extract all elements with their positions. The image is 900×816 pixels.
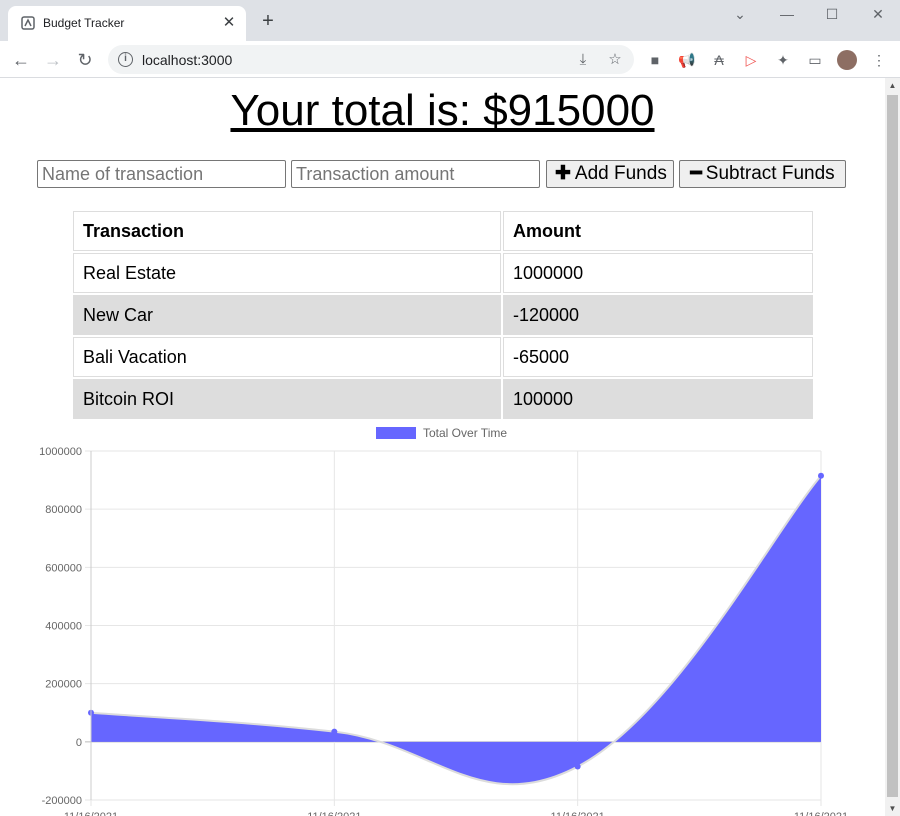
minimize-icon[interactable]: — [775, 4, 799, 24]
subtract-funds-label: Subtract Funds [705, 163, 835, 184]
table-header-row: Transaction Amount [73, 211, 813, 251]
extension-icon[interactable]: ■ [645, 50, 665, 70]
address-bar[interactable]: i localhost:3000 ⤓ ☆ [108, 45, 634, 74]
header-transaction: Transaction [73, 211, 501, 251]
menu-icon[interactable]: ⋮ [869, 50, 889, 70]
minus-icon: ━ [690, 163, 702, 184]
y-tick-label: 800000 [45, 504, 82, 516]
add-funds-label: Add Funds [574, 163, 667, 184]
puzzle-icon[interactable]: ✦ [773, 50, 793, 70]
y-tick-label: -200000 [42, 795, 82, 807]
transaction-amount: 1000000 [503, 253, 813, 293]
info-icon[interactable]: i [118, 52, 133, 67]
x-tick-label: 11/16/2021 [794, 811, 848, 816]
transaction-name: New Car [73, 295, 501, 335]
y-tick-label: 400000 [45, 621, 82, 633]
series-area [91, 475, 821, 785]
extension-icon[interactable]: ▷ [741, 50, 761, 70]
cast-icon[interactable]: ▭ [805, 50, 825, 70]
data-point [331, 728, 338, 735]
close-tab-icon[interactable]: ✕ [220, 14, 238, 32]
y-tick-label: 200000 [45, 679, 82, 691]
page-icon [21, 16, 35, 30]
transaction-name-input[interactable] [37, 160, 286, 188]
x-tick-label: 11/16/2021 [64, 811, 118, 816]
x-tick-label: 11/16/2021 [551, 811, 605, 816]
table-row: Real Estate 1000000 [73, 253, 813, 293]
plus-icon: ✚ [555, 163, 571, 184]
chevron-down-icon[interactable]: ⌄ [728, 4, 752, 24]
scrollbar[interactable]: ▲ ▼ [885, 78, 900, 816]
x-tick-label: 11/16/2021 [307, 811, 361, 816]
header-amount: Amount [503, 211, 813, 251]
total-heading: Your total is: $915000 [230, 86, 655, 135]
scroll-down-icon[interactable]: ▼ [885, 801, 900, 816]
browser-toolbar: ← → ↻ i localhost:3000 ⤓ ☆ ■ 📢 ₳ ▷ ✦ ▭ ⋮ [0, 41, 900, 78]
tab-title: Budget Tracker [43, 16, 125, 30]
data-point [574, 763, 581, 770]
close-window-icon[interactable]: ✕ [866, 4, 890, 24]
table-row: Bali Vacation -65000 [73, 337, 813, 377]
transactions-table: Transaction Amount Real Estate 1000000 N… [71, 209, 815, 421]
y-tick-label: 1000000 [39, 446, 82, 458]
scroll-thumb[interactable] [887, 95, 898, 797]
total-over-time-chart: -200000 0 200000 400000 600000 800000 1000000 1… [39, 426, 848, 816]
transaction-amount: -65000 [503, 337, 813, 377]
transaction-name: Bitcoin ROI [73, 379, 501, 419]
subtract-funds-button[interactable]: ━ Subtract Funds [679, 160, 846, 188]
star-icon[interactable]: ☆ [605, 50, 625, 70]
transaction-amount-input[interactable] [291, 160, 540, 188]
add-funds-button[interactable]: ✚ Add Funds [546, 160, 674, 188]
y-tick-label: 600000 [45, 562, 82, 574]
data-point [818, 472, 824, 479]
extension-icon[interactable]: ₳ [709, 50, 729, 70]
legend-label: Total Over Time [423, 426, 507, 440]
table-row: New Car -120000 [73, 295, 813, 335]
browser-tab[interactable]: Budget Tracker ✕ [8, 6, 246, 41]
transaction-name: Real Estate [73, 253, 501, 293]
forward-icon[interactable]: → [42, 49, 64, 71]
transaction-name: Bali Vacation [73, 337, 501, 377]
back-icon[interactable]: ← [10, 49, 32, 71]
megaphone-icon[interactable]: 📢 [677, 50, 697, 70]
transaction-amount: -120000 [503, 295, 813, 335]
y-tick-label: 0 [76, 737, 82, 749]
url-text: localhost:3000 [142, 52, 233, 68]
page-content: Your total is: $915000 ✚Add Funds ━Subtr… [0, 78, 885, 816]
scroll-up-icon[interactable]: ▲ [885, 78, 900, 93]
new-tab-icon[interactable]: + [258, 11, 278, 31]
avatar[interactable] [837, 50, 857, 70]
transaction-amount: 100000 [503, 379, 813, 419]
legend-swatch [376, 427, 416, 439]
install-icon[interactable]: ⤓ [573, 50, 593, 70]
reload-icon[interactable]: ↻ [74, 49, 96, 71]
browser-tab-bar: Budget Tracker ✕ + ⌄ — ☐ ✕ [0, 0, 900, 41]
table-row: Bitcoin ROI 100000 [73, 379, 813, 419]
maximize-icon[interactable]: ☐ [820, 4, 844, 24]
